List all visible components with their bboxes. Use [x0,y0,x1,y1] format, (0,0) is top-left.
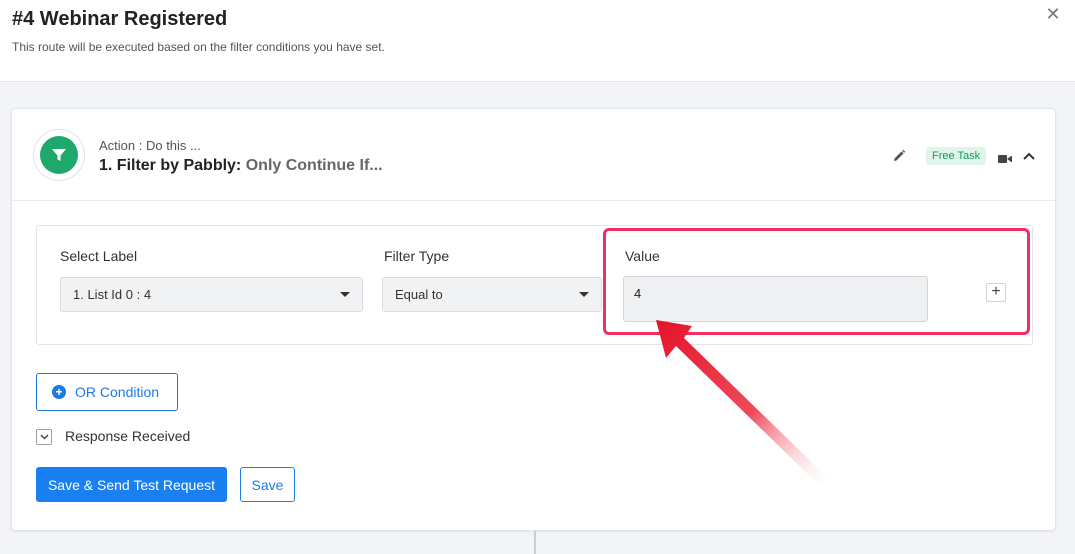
filter-type-value: Equal to [395,287,443,302]
free-task-badge: Free Task [926,147,987,165]
route-header: #4 Webinar Registered This route will be… [0,0,1075,82]
chevron-up-icon[interactable] [1022,149,1036,161]
action-event-name: Only Continue If... [245,157,383,174]
value-heading: Value [625,248,660,264]
video-camera-icon[interactable] [998,151,1012,163]
save-send-test-request-button[interactable]: Save & Send Test Request [36,467,227,502]
action-name: 1. Filter by Pabbly: Only Continue If... [99,157,383,175]
response-received-toggle[interactable] [36,429,52,445]
route-subtitle: This route will be executed based on the… [12,40,385,54]
action-kicker: Action : Do this ... [99,138,201,153]
filter-condition-row: Select Label 1. List Id 0 : 4 Filter Typ… [36,225,1033,345]
plus-circle-icon: + [52,385,66,399]
filter-icon [40,136,78,174]
flow-connector [534,531,536,554]
caret-down-icon [579,292,589,297]
select-label-dropdown[interactable]: 1. List Id 0 : 4 [60,277,363,312]
close-icon[interactable]: ✕ [1043,4,1063,24]
caret-down-icon [340,292,350,297]
response-received-label: Response Received [65,428,191,444]
save-button[interactable]: Save [240,467,295,502]
route-title: #4 Webinar Registered [12,8,228,30]
select-label-value: 1. List Id 0 : 4 [73,287,152,302]
or-condition-label: OR Condition [75,384,160,400]
action-card-header[interactable]: Action : Do this ... 1. Filter by Pabbly… [12,109,1055,201]
pencil-icon[interactable] [892,149,906,163]
filter-type-heading: Filter Type [384,248,450,264]
value-input[interactable]: 4 [623,276,928,322]
action-card: Action : Do this ... 1. Filter by Pabbly… [11,108,1056,531]
select-label-heading: Select Label [60,248,138,264]
or-condition-button[interactable]: + OR Condition [36,373,178,411]
filter-type-dropdown[interactable]: Equal to [382,277,602,312]
app-icon-ring [33,129,85,181]
add-condition-button[interactable]: + [986,283,1006,302]
action-app-name: 1. Filter by Pabbly: [99,157,242,174]
